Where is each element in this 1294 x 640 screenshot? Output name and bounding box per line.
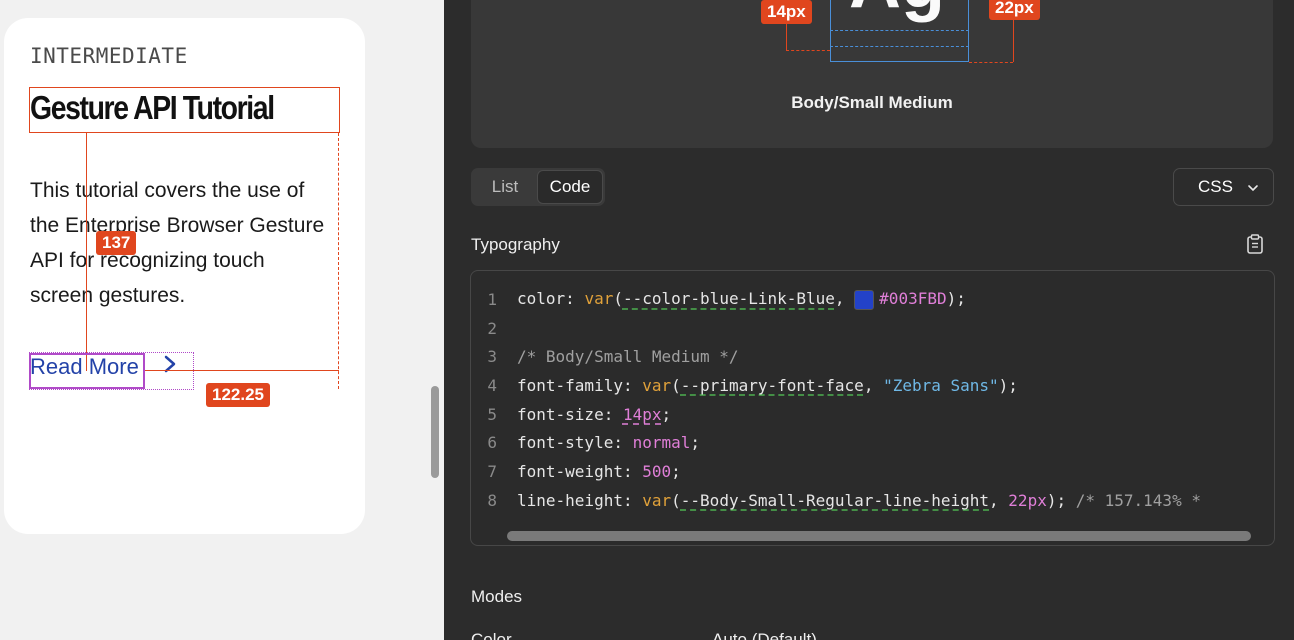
- card-eyebrow: INTERMEDIATE: [30, 44, 188, 68]
- code-fn: var: [642, 491, 672, 510]
- glyph-xheight: [830, 46, 969, 47]
- code-block[interactable]: 1 color: var(--color-blue-Link-Blue, #00…: [470, 270, 1275, 546]
- code-text: font-size: 14px;: [517, 405, 672, 424]
- language-select[interactable]: CSS: [1173, 168, 1274, 206]
- font-size-badge: 14px: [761, 0, 812, 24]
- line-number: 3: [487, 347, 497, 366]
- code-prop: color: [517, 289, 566, 309]
- code-line: 4 font-family: var(--primary-font-face, …: [471, 371, 1018, 400]
- code-var: --primary-font-face: [680, 376, 864, 395]
- code-line: 3 /* Body/Small Medium */: [471, 342, 739, 371]
- preview-glyph: Ag: [849, 0, 945, 24]
- code-fn: var: [642, 376, 672, 395]
- code-value: normal: [632, 433, 691, 452]
- line-number: 4: [487, 376, 497, 395]
- code-value: 14px: [622, 405, 662, 424]
- height-badge: 137: [96, 231, 137, 255]
- canvas-scrollbar[interactable]: [431, 386, 439, 478]
- color-swatch: [854, 289, 875, 310]
- glyph-baseline: [830, 30, 969, 31]
- code-line: 7 font-weight: 500;: [471, 457, 681, 486]
- code-value: 500: [642, 462, 672, 481]
- code-line: 8 line-height: var(--Body-Small-Regular-…: [471, 486, 1201, 515]
- code-horizontal-scrollbar[interactable]: [507, 531, 1251, 541]
- style-name: Body/Small Medium: [791, 93, 953, 112]
- clipboard-icon[interactable]: [1246, 234, 1264, 254]
- chevron-down-icon: [1247, 177, 1259, 197]
- tab-code[interactable]: Code: [537, 170, 603, 204]
- line-number: 2: [487, 319, 497, 338]
- code-prop: line-height: [517, 491, 623, 510]
- code-text: font-style: normal;: [517, 433, 701, 452]
- modes-title: Modes: [471, 587, 523, 606]
- code-hex: #003FBD: [879, 289, 947, 309]
- code-prop: font-weight: [517, 462, 623, 481]
- code-text: line-height: var(--Body-Small-Regular-li…: [517, 491, 1201, 510]
- line-height-guide-h: [969, 62, 1013, 63]
- modes-row-value[interactable]: Auto (Default): [712, 630, 817, 640]
- font-size-guide-h: [786, 50, 830, 51]
- typography-preview: Ag 14px 22px Body/Small Medium: [471, 0, 1273, 148]
- code-prop: font-style: [517, 433, 614, 452]
- code-comment: /* 157.143% *: [1075, 491, 1201, 510]
- card-description: This tutorial covers the use of the Ente…: [30, 179, 325, 307]
- code-line: 6 font-style: normal;: [471, 428, 700, 457]
- line-number: 1: [487, 290, 497, 309]
- code-value: 22px: [1008, 491, 1047, 510]
- width-badge: 122.25: [206, 383, 270, 407]
- code-text: font-family: var(--primary-font-face, "Z…: [517, 376, 1018, 395]
- line-height-badge: 22px: [989, 0, 1040, 20]
- line-number: 6: [487, 433, 497, 452]
- code-string: "Zebra Sans": [883, 376, 999, 395]
- code-var: --Body-Small-Regular-line-height: [680, 491, 990, 510]
- code-line: 5 font-size: 14px;: [471, 400, 671, 429]
- read-more-label: Read More: [30, 354, 139, 379]
- design-canvas[interactable]: INTERMEDIATE Gesture API Tutorial This t…: [0, 0, 444, 640]
- code-text: color: var(--color-blue-Link-Blue, #003F…: [517, 289, 966, 310]
- line-number: 7: [487, 462, 497, 481]
- code-prop: font-family: [517, 376, 623, 395]
- code-text: font-weight: 500;: [517, 462, 681, 481]
- code-prop: font-size: [517, 405, 604, 424]
- code-var: --color-blue-Link-Blue: [622, 289, 835, 309]
- line-number: 8: [487, 491, 497, 510]
- card-title: Gesture API Tutorial: [30, 89, 275, 126]
- code-fn: var: [584, 289, 614, 309]
- modes-row-label: Color: [471, 630, 512, 640]
- tab-list[interactable]: List: [473, 170, 537, 204]
- chevron-right-icon: [163, 354, 177, 380]
- code-line: 1 color: var(--color-blue-Link-Blue, #00…: [471, 285, 966, 314]
- view-toggle: List Code: [471, 168, 605, 206]
- language-value: CSS: [1198, 177, 1233, 196]
- section-title: Typography: [471, 235, 560, 254]
- inspect-panel: Ag 14px 22px Body/Small Medium List Code…: [444, 0, 1294, 640]
- code-comment: /* Body/Small Medium */: [517, 347, 739, 366]
- read-more-link[interactable]: Read More: [30, 354, 177, 380]
- line-number: 5: [487, 405, 497, 424]
- code-line: 2: [471, 314, 497, 343]
